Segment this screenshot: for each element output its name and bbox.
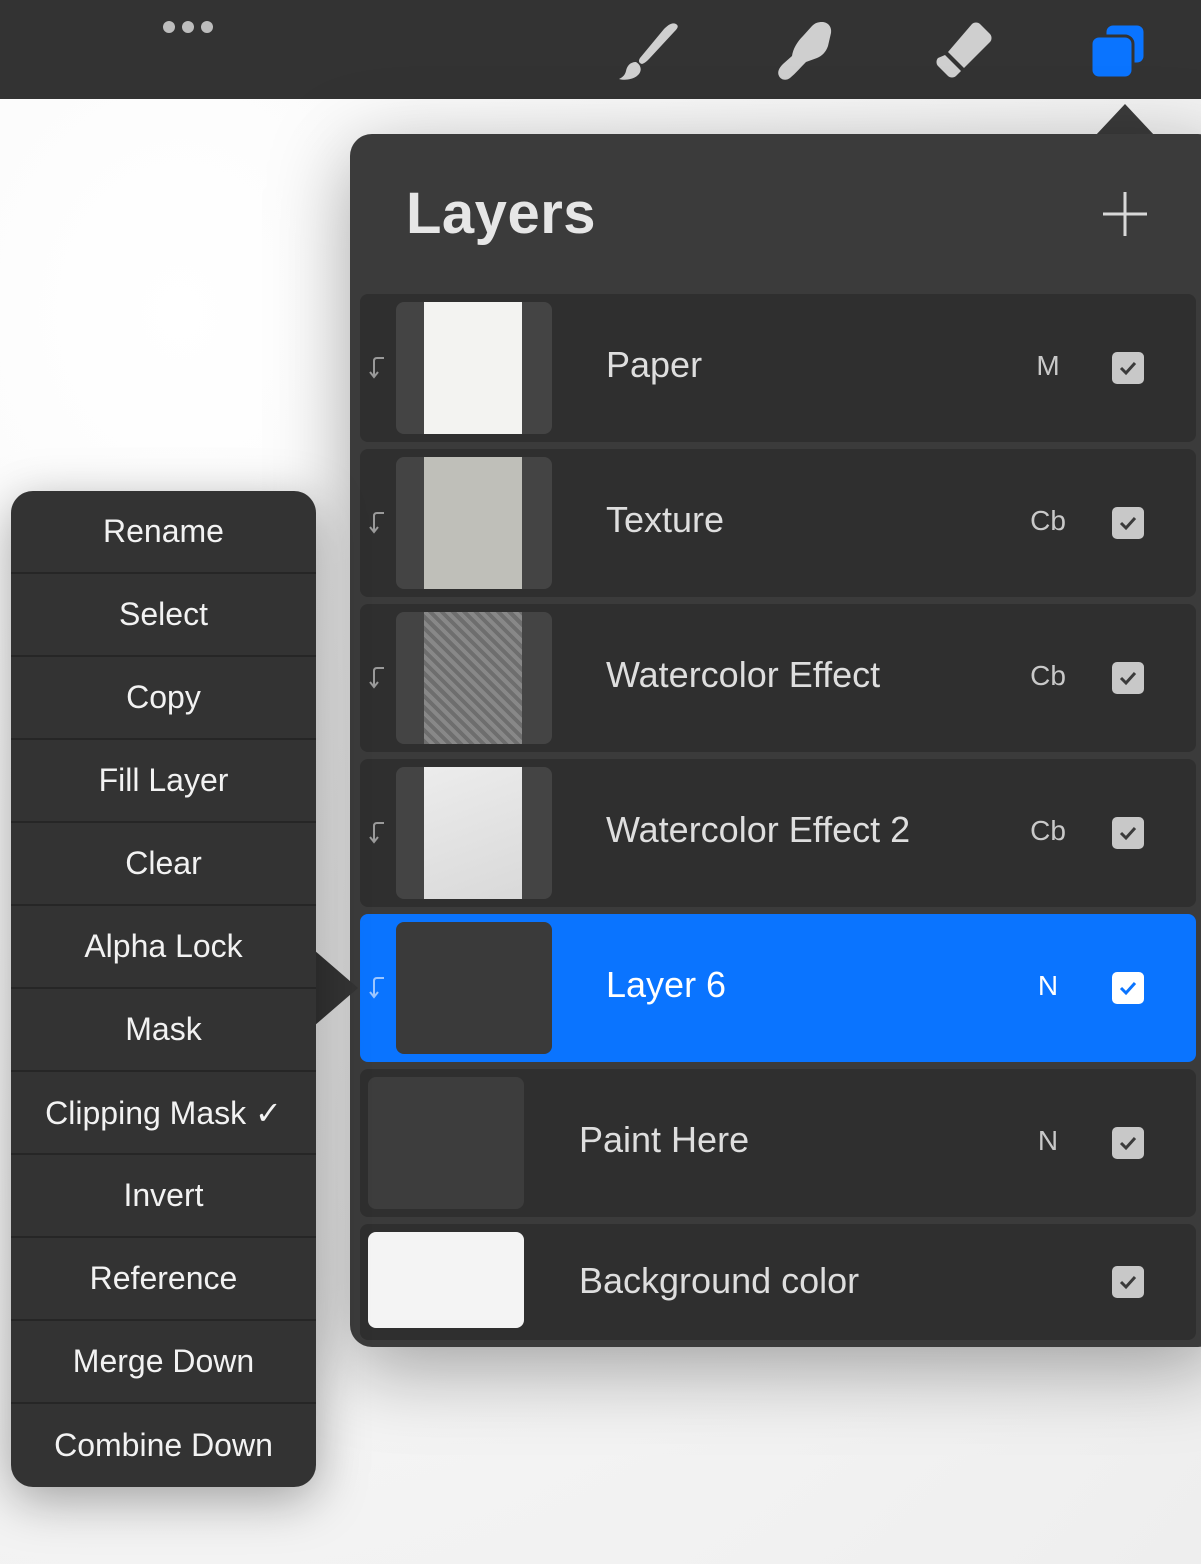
visibility-checkbox[interactable] (1112, 1127, 1144, 1159)
menu-item-clear[interactable]: Clear (11, 823, 316, 906)
menu-item-mask[interactable]: Mask (11, 989, 316, 1072)
layer-name: Watercolor Effect 2 (606, 809, 911, 850)
visibility-checkbox[interactable] (1112, 817, 1144, 849)
panel-title: Layers (406, 181, 597, 246)
menu-item-clipping-mask[interactable]: Clipping Mask ✓ (11, 1072, 316, 1155)
menu-item-alpha-lock[interactable]: Alpha Lock (11, 906, 316, 989)
layer-name: Background color (579, 1260, 860, 1301)
blend-mode-button[interactable]: N (1008, 1125, 1088, 1157)
visibility-checkbox[interactable] (1112, 1266, 1144, 1298)
clipping-arrow-icon (368, 821, 388, 845)
layer-name: Watercolor Effect (606, 654, 881, 695)
layer-row-texture[interactable]: Texture Cb (360, 449, 1196, 597)
blend-mode-button[interactable]: N (1008, 970, 1088, 1002)
visibility-checkbox[interactable] (1112, 507, 1144, 539)
layer-thumbnail (396, 767, 552, 899)
menu-item-fill-layer[interactable]: Fill Layer (11, 740, 316, 823)
clipping-arrow-icon (368, 976, 388, 1000)
blend-mode-button[interactable]: Cb (1008, 815, 1088, 847)
menu-item-copy[interactable]: Copy (11, 657, 316, 740)
layer-name: Paint Here (579, 1119, 750, 1160)
visibility-checkbox[interactable] (1112, 662, 1144, 694)
layer-thumbnail (396, 612, 552, 744)
layer-options-menu: Rename Select Copy Fill Layer Clear Alph… (11, 491, 316, 1487)
visibility-checkbox[interactable] (1112, 352, 1144, 384)
layer-row-background-color[interactable]: Background color (360, 1224, 1196, 1340)
menu-item-select[interactable]: Select (11, 574, 316, 657)
layer-thumbnail (396, 302, 552, 434)
menu-item-merge-down[interactable]: Merge Down (11, 1321, 316, 1404)
paintbrush-icon[interactable] (614, 18, 684, 84)
smudge-finger-icon[interactable] (770, 18, 840, 84)
menu-item-rename[interactable]: Rename (11, 491, 316, 574)
blend-mode-button[interactable]: Cb (1008, 505, 1088, 537)
layer-thumbnail (396, 457, 552, 589)
layer-row-paint-here[interactable]: Paint Here N (360, 1069, 1196, 1217)
layer-row-watercolor-effect-2[interactable]: Watercolor Effect 2 Cb (360, 759, 1196, 907)
layer-row-paper[interactable]: Paper M (360, 294, 1196, 442)
top-toolbar (0, 0, 1201, 99)
menu-item-invert[interactable]: Invert (11, 1155, 316, 1238)
panel-pointer (1095, 104, 1155, 136)
layer-row-layer-6[interactable]: Layer 6 N (360, 914, 1196, 1062)
eraser-icon[interactable] (926, 18, 996, 84)
menu-pointer (314, 950, 358, 1026)
layer-name: Texture (606, 499, 725, 540)
ellipsis-icon[interactable] (163, 20, 213, 34)
clipping-arrow-icon (368, 356, 388, 380)
plus-icon[interactable] (1100, 189, 1150, 239)
blend-mode-button[interactable]: M (1008, 350, 1088, 382)
layer-row-watercolor-effect[interactable]: Watercolor Effect Cb (360, 604, 1196, 752)
layers-icon[interactable] (1083, 18, 1153, 84)
layer-name: Layer 6 (606, 964, 727, 1005)
menu-item-combine-down[interactable]: Combine Down (11, 1404, 316, 1487)
layers-panel: Layers Paper M Texture Cb Watercolor Eff… (350, 134, 1201, 1347)
clipping-arrow-icon (368, 511, 388, 535)
menu-item-reference[interactable]: Reference (11, 1238, 316, 1321)
background-color-swatch[interactable] (368, 1232, 524, 1328)
layer-thumbnail (368, 1077, 524, 1209)
layer-name: Paper (606, 344, 703, 385)
visibility-checkbox[interactable] (1112, 972, 1144, 1004)
blend-mode-button[interactable]: Cb (1008, 660, 1088, 692)
clipping-arrow-icon (368, 666, 388, 690)
layer-thumbnail (396, 922, 552, 1054)
